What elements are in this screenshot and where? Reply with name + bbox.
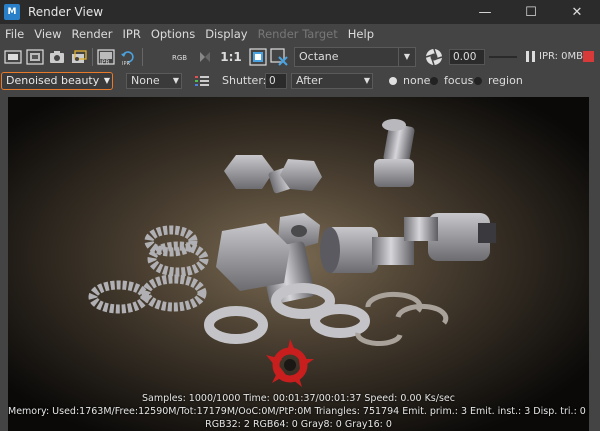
menu-render-target: Render Target xyxy=(257,27,338,41)
render-image xyxy=(8,97,589,431)
aov-value: Denoised beauty xyxy=(6,74,100,87)
pause-icon[interactable] xyxy=(526,51,535,62)
menu-display[interactable]: Display xyxy=(200,27,252,41)
toolbar-divider xyxy=(142,48,143,66)
render-viewport[interactable]: Samples: 1000/1000 Time: 00:01:37/00:01:… xyxy=(8,97,589,431)
render-stats-line: RGB32: 2 RGB64: 0 Gray8: 0 Gray16: 0 xyxy=(205,419,392,430)
render-stats-line: Samples: 1000/1000 Time: 00:01:37/00:01:… xyxy=(142,393,455,404)
ratio-button[interactable]: 1:1 xyxy=(220,48,242,66)
ipr-memory-label: IPR: 0MB xyxy=(539,51,584,62)
stop-icon[interactable] xyxy=(583,51,594,62)
exposure-slider[interactable] xyxy=(489,56,517,58)
render-sequence-icon[interactable] xyxy=(70,48,88,66)
settings-list-icon[interactable] xyxy=(193,72,211,90)
app-logo-icon: M xyxy=(4,4,20,20)
aov-select[interactable]: Denoised beauty ▼ xyxy=(1,72,113,90)
menu-bar: File View Render IPR Options Display Ren… xyxy=(0,24,600,44)
frame-icon[interactable] xyxy=(249,48,267,66)
refresh-ipr-icon[interactable]: IPR xyxy=(119,48,137,66)
title-bar: M Render View — ☐ ✕ xyxy=(0,0,600,24)
chevron-down-icon: ▼ xyxy=(363,76,370,85)
after-select[interactable]: After ▼ xyxy=(291,73,373,89)
menu-view[interactable]: View xyxy=(29,27,66,41)
chevron-down-icon: ▼ xyxy=(103,76,110,85)
menu-ipr[interactable]: IPR xyxy=(118,27,146,41)
display-alpha-icon[interactable] xyxy=(196,48,214,66)
render-stats-line: Memory: Used:1763M/Free:12590M/Tot:17179… xyxy=(8,406,589,417)
after-value: After xyxy=(296,74,323,87)
chevron-down-icon: ▼ xyxy=(172,76,179,85)
svg-text:RGB: RGB xyxy=(172,54,187,62)
radio-region-label: region xyxy=(488,74,523,87)
menu-options[interactable]: Options xyxy=(146,27,200,41)
snapshot-icon[interactable] xyxy=(48,48,66,66)
exposure-field[interactable]: 0.00 xyxy=(449,49,485,65)
minimize-icon[interactable]: — xyxy=(462,0,508,24)
render-region-icon[interactable] xyxy=(26,48,44,66)
shutter-field[interactable]: 0 xyxy=(265,73,287,89)
radio-none[interactable] xyxy=(389,77,397,85)
chevron-down-icon: ▼ xyxy=(398,48,415,66)
toolbar-divider xyxy=(92,48,93,66)
svg-text:IPR: IPR xyxy=(100,59,110,66)
radio-focus-label: focus xyxy=(444,74,474,87)
shutter-label: Shutter: xyxy=(222,74,267,87)
maximize-icon[interactable]: ☐ xyxy=(508,0,554,24)
compare-value: None xyxy=(131,74,160,87)
rgb-channel-icon[interactable]: RGB xyxy=(172,48,190,66)
menu-help[interactable]: Help xyxy=(343,27,379,41)
remove-image-icon[interactable] xyxy=(270,48,288,66)
svg-text:IPR: IPR xyxy=(122,61,130,66)
menu-render[interactable]: Render xyxy=(67,27,118,41)
radio-region[interactable] xyxy=(474,77,482,85)
ipr-render-icon[interactable]: IPR xyxy=(97,48,115,66)
menu-file[interactable]: File xyxy=(0,27,29,41)
close-icon[interactable]: ✕ xyxy=(554,0,600,24)
radio-none-label: none xyxy=(403,74,431,87)
aperture-icon[interactable] xyxy=(424,47,444,67)
renderer-value: Octane xyxy=(299,50,339,63)
radio-focus[interactable] xyxy=(430,77,438,85)
compare-select[interactable]: None ▼ xyxy=(126,73,182,89)
window-title: Render View xyxy=(28,5,104,19)
render-frame-icon[interactable] xyxy=(4,48,22,66)
renderer-select[interactable]: Octane ▼ xyxy=(294,47,416,67)
